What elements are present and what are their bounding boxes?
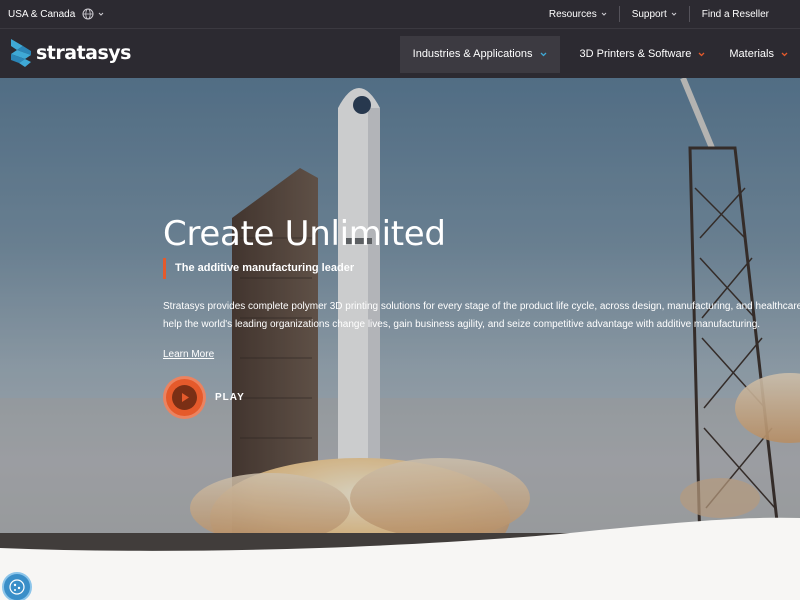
chevron-down-icon xyxy=(698,52,705,56)
chevron-down-icon xyxy=(98,12,104,16)
learn-more-link[interactable]: Learn More xyxy=(163,349,214,360)
cookie-settings-button[interactable] xyxy=(2,572,32,600)
hero-section: Create Unlimited The additive manufactur… xyxy=(0,78,800,558)
chevron-down-icon xyxy=(601,12,607,16)
stratasys-logo-mark xyxy=(11,39,31,67)
section-divider-wave xyxy=(0,517,800,600)
region-selector[interactable]: USA & Canada xyxy=(8,0,104,28)
nav-item-label[interactable]: 3D Printers & Software xyxy=(580,48,692,60)
hero-description-line-1: Stratasys provides complete polymer 3D p… xyxy=(163,301,800,312)
hero-content: Create Unlimited The additive manufactur… xyxy=(163,214,800,419)
nav-3d-printers-software[interactable]: 3D Printers & Software xyxy=(568,36,718,73)
hero-description-line-2: help the world's leading organizations c… xyxy=(163,319,761,330)
support-link[interactable]: Support xyxy=(618,6,689,22)
find-reseller-label[interactable]: Find a Reseller xyxy=(702,9,769,20)
chevron-down-icon xyxy=(671,12,677,16)
support-label[interactable]: Support xyxy=(632,9,667,20)
nav-item-label[interactable]: Industries & Applications xyxy=(413,48,533,60)
logo[interactable]: stratasys xyxy=(9,39,132,67)
hero-description: Stratasys provides complete polymer 3D p… xyxy=(163,298,800,334)
region-label[interactable]: USA & Canada xyxy=(8,9,75,20)
globe-icon[interactable] xyxy=(82,8,94,20)
logo-text: stratasys xyxy=(36,42,132,64)
cookie-settings-icon xyxy=(9,579,25,595)
chevron-down-icon xyxy=(540,52,546,56)
nav-item-label[interactable]: Materials xyxy=(729,48,774,60)
main-navigation: stratasys Industries & Applications 3D P… xyxy=(0,28,800,78)
play-video-control[interactable]: PLAY xyxy=(163,376,800,419)
nav-materials[interactable]: Materials xyxy=(717,36,800,73)
resources-label[interactable]: Resources xyxy=(549,9,597,20)
resources-link[interactable]: Resources xyxy=(537,6,619,22)
play-button-inner xyxy=(172,385,197,410)
nav-industries-applications[interactable]: Industries & Applications xyxy=(399,35,560,73)
play-button[interactable] xyxy=(163,376,206,419)
chevron-down-icon xyxy=(781,52,788,56)
play-label[interactable]: PLAY xyxy=(215,392,245,403)
find-reseller-link[interactable]: Find a Reseller xyxy=(688,6,800,22)
hero-subtitle: The additive manufacturing leader xyxy=(163,258,800,279)
play-icon xyxy=(181,393,189,402)
utility-bar: USA & Canada Resources Support Find a Re… xyxy=(0,0,800,28)
hero-title: Create Unlimited xyxy=(163,214,446,254)
